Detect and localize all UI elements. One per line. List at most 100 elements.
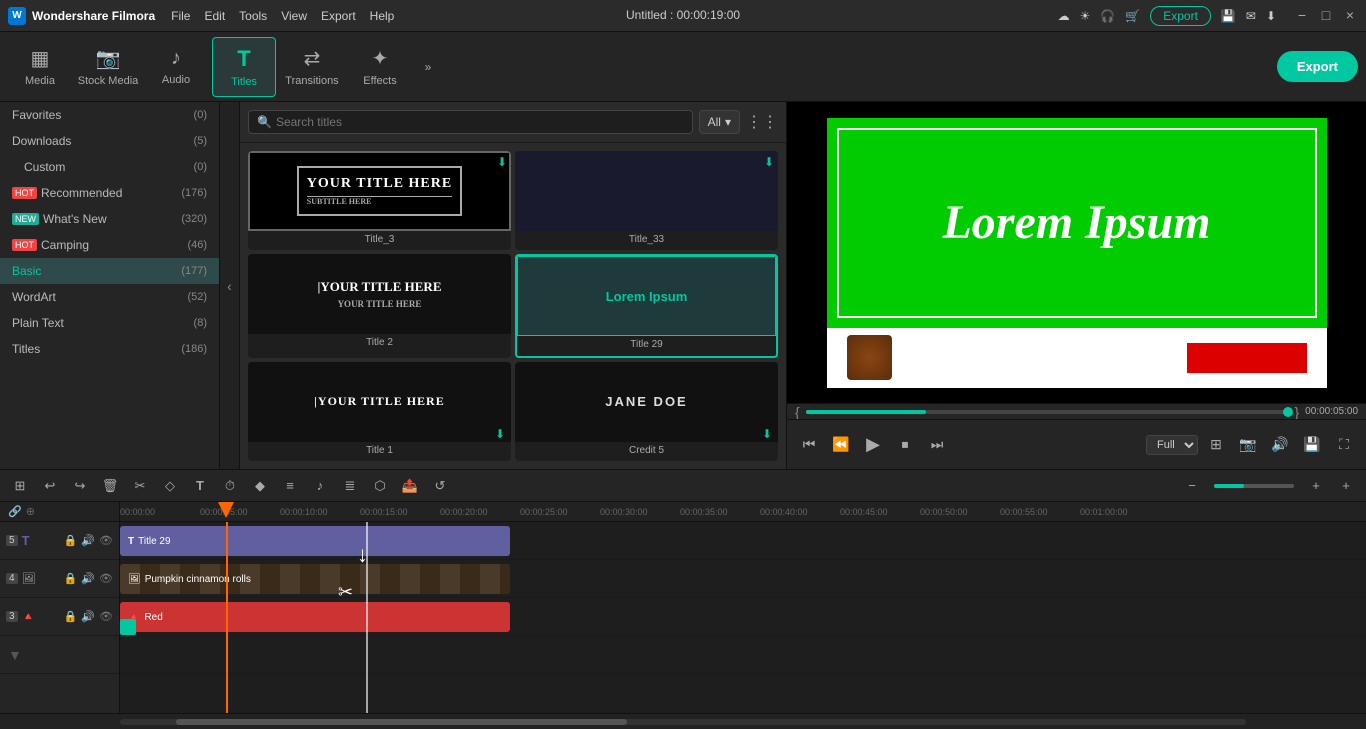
track-volume-5[interactable]: 🔊	[81, 534, 95, 547]
volume-button[interactable]: 🔊	[1266, 431, 1294, 459]
sidebar-item-recommended[interactable]: HOT Recommended (176)	[0, 180, 219, 206]
time-progress-bar[interactable]	[806, 410, 1289, 414]
track-type-icon-title: T	[22, 533, 30, 548]
maximize-button[interactable]: □	[1318, 8, 1334, 24]
zoom-out-button[interactable]: −	[1180, 474, 1204, 498]
shop-icon[interactable]: 🛒	[1125, 9, 1140, 23]
track-visibility-4[interactable]: 👁	[99, 572, 113, 585]
tool-effects[interactable]: ✦ Effects	[348, 37, 412, 97]
headset-icon[interactable]: 🎧	[1100, 9, 1115, 23]
fit-screen-button[interactable]: ⊞	[1202, 431, 1230, 459]
track-volume-3[interactable]: 🔊	[81, 610, 95, 623]
grid-view-button[interactable]: ⋮⋮	[746, 112, 778, 132]
save-icon[interactable]: 💾	[1221, 9, 1236, 23]
horizontal-scrollbar[interactable]	[0, 713, 1366, 729]
step-back-button[interactable]: ⏪	[827, 431, 855, 459]
title-add-button[interactable]: T	[188, 474, 212, 498]
menu-tools[interactable]: Tools	[239, 9, 267, 23]
sidebar-item-downloads[interactable]: Downloads (5)	[0, 128, 219, 154]
undo-button[interactable]: ↩	[38, 474, 62, 498]
tool-transitions[interactable]: ⇄ Transitions	[280, 37, 344, 97]
skip-forward-button[interactable]: ⏭	[923, 431, 951, 459]
zoom-select[interactable]: Full	[1146, 435, 1198, 455]
zoom-slider[interactable]	[1214, 484, 1294, 488]
skip-back-button[interactable]: ⏮	[795, 431, 823, 459]
track-lock-4[interactable]: 🔒	[64, 572, 78, 585]
sidebar-item-titles[interactable]: Titles (186)	[0, 336, 219, 362]
clip-video-pumpkin[interactable]: 🖼 Pumpkin cinnamon rolls	[120, 564, 510, 594]
clip-title-29[interactable]: T Title 29	[120, 526, 510, 556]
track-visibility-3[interactable]: 👁	[99, 610, 113, 623]
sidebar-item-whats-new[interactable]: NEW What's New (320)	[0, 206, 219, 232]
export-button[interactable]: Export	[1277, 51, 1358, 82]
audio-detach-button[interactable]: ♪	[308, 474, 332, 498]
delete-button[interactable]: 🗑	[98, 474, 122, 498]
food-thumbnail	[847, 335, 892, 380]
track-expand-button[interactable]: ▼	[0, 636, 119, 674]
settings-button[interactable]: ≡	[278, 474, 302, 498]
title-card-title1[interactable]: |YOUR TITLE HERE ⬇ Title 1	[248, 362, 511, 461]
stop-button[interactable]: ⏹	[891, 431, 919, 459]
timeline-grid-button[interactable]: ⊞	[8, 474, 32, 498]
timeline-ruler[interactable]: 00:00:00 00:00:05:00 00:00:10:00 00:00:1…	[120, 502, 1366, 522]
snap-icon[interactable]: ⊕	[26, 505, 35, 518]
cloud-icon[interactable]: ☁	[1058, 9, 1070, 23]
menu-edit[interactable]: Edit	[204, 9, 225, 23]
minimize-button[interactable]: −	[1294, 8, 1310, 24]
link-icon[interactable]: 🔗	[8, 505, 22, 518]
track-lock-3[interactable]: 🔒	[64, 610, 78, 623]
ai-button[interactable]: ⬡	[368, 474, 392, 498]
login-button[interactable]: Export	[1150, 6, 1211, 26]
redo-button[interactable]: ↪	[68, 474, 92, 498]
track-lock-5[interactable]: 🔒	[64, 534, 78, 547]
sidebar-item-basic[interactable]: Basic (177)	[0, 258, 219, 284]
sidebar-item-plain-text[interactable]: Plain Text (8)	[0, 310, 219, 336]
clip-red[interactable]: 🔺 Red	[120, 602, 510, 632]
sidebar-item-custom[interactable]: Custom (0)	[0, 154, 219, 180]
play-button[interactable]: ▶	[859, 431, 887, 459]
timeline-toolbar: ⊞ ↩ ↪ 🗑 ✂ ◇ T ⏱ ◆ ≡ ♪ ≣ ⬡ 📤 ↺ − + +	[0, 470, 1366, 502]
download-icon[interactable]: ⬇	[1266, 9, 1276, 23]
menu-export[interactable]: Export	[321, 9, 356, 23]
scrollbar-thumb[interactable]	[176, 719, 626, 725]
sun-icon[interactable]: ☀	[1080, 9, 1091, 23]
menu-view[interactable]: View	[281, 9, 307, 23]
tool-media[interactable]: ▦ Media	[8, 37, 72, 97]
filter-button[interactable]: All ▾	[699, 110, 740, 134]
track-visibility-5[interactable]: 👁	[99, 534, 113, 547]
time-scrubber-bar[interactable]: { } 00:00:05:00	[787, 403, 1366, 419]
title-card-title29[interactable]: Lorem Ipsum Title 29	[515, 254, 778, 357]
save-frame-button[interactable]: 💾	[1298, 431, 1326, 459]
screenshot-button[interactable]: 📷	[1234, 431, 1262, 459]
tool-stock-media[interactable]: 📷 Stock Media	[76, 37, 140, 97]
track-volume-4[interactable]: 🔊	[81, 572, 95, 585]
sidebar-item-wordart[interactable]: WordArt (52)	[0, 284, 219, 310]
tool-audio[interactable]: ♪ Audio	[144, 37, 208, 97]
title-card-credit5[interactable]: JANE DOE ⬇ Credit 5	[515, 362, 778, 461]
speed-button[interactable]: ⏱	[218, 474, 242, 498]
sidebar-item-camping[interactable]: HOT Camping (46)	[0, 232, 219, 258]
win-controls: − □ ×	[1294, 8, 1358, 24]
search-input[interactable]	[276, 115, 684, 129]
add-track-button[interactable]: +	[1334, 474, 1358, 498]
title-card-title3[interactable]: YOUR TITLE HERE SUBTITLE HERE ⬇ Title_3	[248, 151, 511, 250]
menu-file[interactable]: File	[171, 9, 190, 23]
color-button[interactable]: ◆	[248, 474, 272, 498]
bracket-open: {	[795, 404, 800, 420]
sidebar-item-favorites[interactable]: Favorites (0)	[0, 102, 219, 128]
cut-button[interactable]: ✂	[128, 474, 152, 498]
mail-icon[interactable]: ✉	[1246, 9, 1256, 23]
reset-button[interactable]: ↺	[428, 474, 452, 498]
fullscreen-button[interactable]: ⛶	[1330, 431, 1358, 459]
toolbar-more-button[interactable]: »	[416, 37, 440, 97]
panel-collapse-button[interactable]: ‹	[220, 102, 240, 469]
title-card-title33[interactable]: ⬇ Title_33	[515, 151, 778, 250]
menu-help[interactable]: Help	[370, 9, 395, 23]
export-tl-button[interactable]: 📤	[398, 474, 422, 498]
effects-tl-button[interactable]: ≣	[338, 474, 362, 498]
crop-button[interactable]: ◇	[158, 474, 182, 498]
zoom-in-button[interactable]: +	[1304, 474, 1328, 498]
tool-titles[interactable]: T Titles	[212, 37, 276, 97]
close-button[interactable]: ×	[1342, 8, 1358, 24]
title-card-title2[interactable]: |YOUR TITLE HERE YOUR TITLE HERE Title 2	[248, 254, 511, 357]
